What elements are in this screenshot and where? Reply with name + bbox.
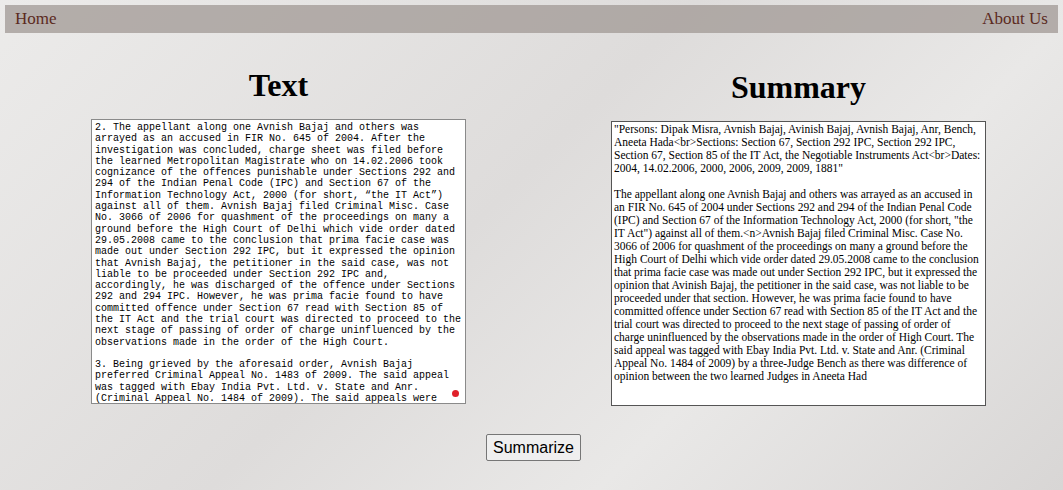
panels: Text 2. The appellant along one Avnish Ba… [0,67,1063,406]
nav-link[interactable]: About Us [982,9,1048,29]
summary-output: "Persons: Dipak Misra, Avnish Bajaj, Avi… [611,121,986,406]
nav-link[interactable]: Home [15,9,57,29]
paragraph: 3. Being grieved by the aforesaid order,… [95,359,462,404]
spellcheck-dot-icon[interactable] [452,390,459,397]
paragraph: The appellant along one Avnish Bajaj and… [614,188,983,383]
summarize-button[interactable]: Summarize [486,434,581,461]
paragraph: "Persons: Dipak Misra, Avnish Bajaj, Avi… [614,123,983,175]
panel-title: Summary [731,69,866,105]
summary-panel: Summary "Persons: Dipak Misra, Avnish Baj… [611,69,986,406]
text-panel: Text 2. The appellant along one Avnish Ba… [91,67,466,406]
panel-title: Text [249,67,308,103]
nav-bar: Home About Us [5,5,1058,33]
text-input[interactable]: 2. The appellant along one Avnish Bajaj … [91,119,466,404]
button-row: Summarize [0,434,1063,461]
paragraph: 2. The appellant along one Avnish Bajaj … [95,122,462,348]
page: Home About Us Text 2. The appellant along o… [0,0,1063,490]
